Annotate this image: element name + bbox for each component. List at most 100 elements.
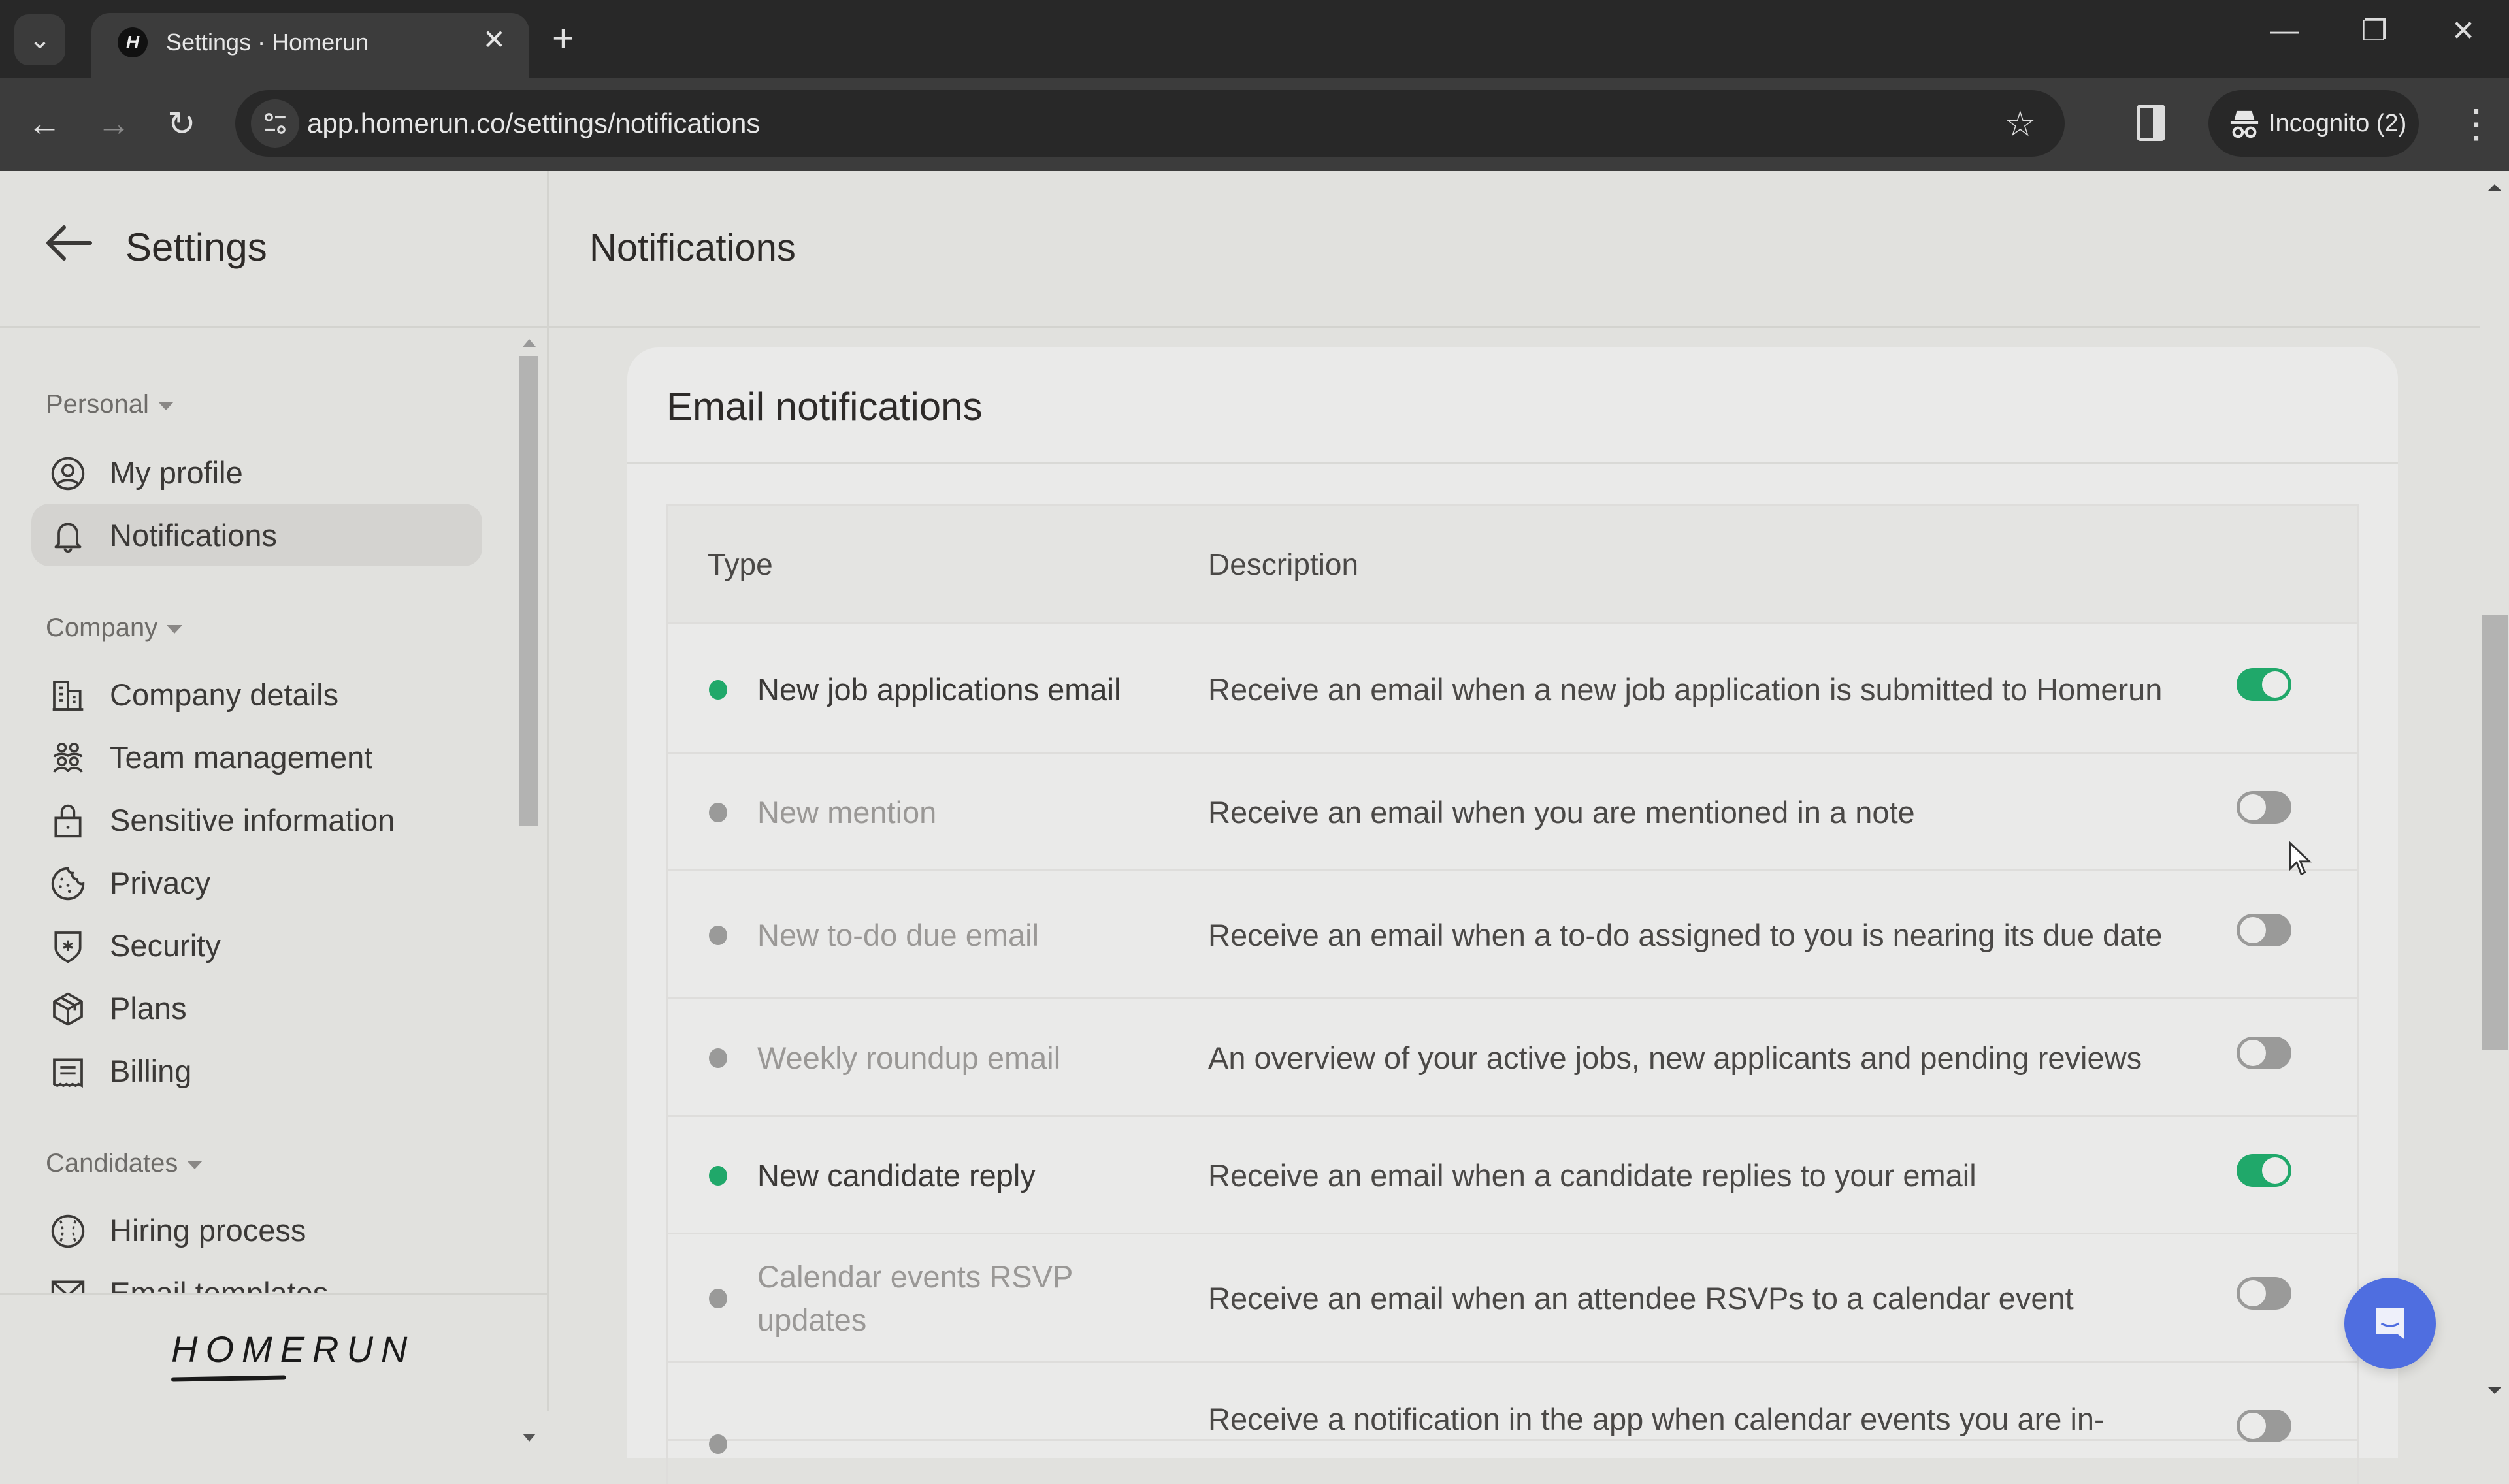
- site-info-button[interactable]: [251, 99, 299, 148]
- sidebar-item-company-details[interactable]: Company details: [31, 663, 482, 726]
- table-row: New job applications email Receive an ema…: [668, 626, 2357, 754]
- incognito-label: Incognito (2): [2269, 109, 2407, 137]
- restore-button[interactable]: ❐: [2348, 14, 2401, 48]
- scrollbar-thumb[interactable]: [2482, 615, 2508, 1050]
- column-header-description: Description: [1208, 547, 1359, 581]
- sidebar-item-plans[interactable]: Plans: [31, 976, 482, 1039]
- main-content: Notifications Email notifications Type D…: [549, 171, 2509, 1484]
- scroll-up-icon[interactable]: [523, 339, 536, 347]
- package-icon: [53, 992, 83, 1026]
- back-button[interactable]: ←: [27, 105, 61, 144]
- shield-icon: [54, 931, 82, 963]
- notification-toggle[interactable]: [2237, 668, 2291, 701]
- lock-icon: [54, 804, 82, 838]
- sidebar-item-label: Billing: [110, 1053, 192, 1088]
- tune-icon: [265, 113, 286, 134]
- sidebar-item-label: Sensitive information: [110, 802, 395, 837]
- notification-toggle[interactable]: [2237, 1277, 2291, 1310]
- back-arrow-icon[interactable]: [43, 223, 95, 263]
- app-root: Settings Personal My profile Notificatio…: [0, 171, 2509, 1484]
- sidebar-item-hiring-process[interactable]: Hiring process: [31, 1199, 482, 1261]
- new-tab-button[interactable]: +: [552, 17, 574, 60]
- side-panel-button[interactable]: [2137, 105, 2165, 141]
- notification-description: Receive an email when you are mentioned …: [1208, 795, 1915, 830]
- status-dot: [709, 803, 727, 822]
- tab-close-button[interactable]: ✕: [483, 24, 506, 56]
- page-scrollbar[interactable]: [2480, 171, 2509, 1411]
- incognito-icon: [2230, 110, 2259, 138]
- chevron-down-icon: ⌄: [29, 25, 51, 54]
- email-notifications-card: Email notifications Type Description New…: [627, 347, 2398, 1484]
- restore-icon: ❐: [2361, 15, 2387, 47]
- section-personal[interactable]: Personal: [46, 390, 174, 419]
- tab-search-button[interactable]: ⌄: [14, 14, 65, 65]
- table-row: Receive a notification in the app when c…: [668, 1363, 2357, 1454]
- mouse-cursor-icon: [2289, 841, 2312, 876]
- sidebar-item-my-profile[interactable]: My profile: [31, 441, 482, 504]
- incognito-indicator[interactable]: Incognito (2): [2208, 90, 2419, 157]
- homerun-favicon-icon: H: [118, 27, 148, 57]
- notification-type: Calendar events RSVP updates: [757, 1259, 1073, 1337]
- sidebar-title: Settings: [125, 225, 267, 269]
- scrollbar-thumb[interactable]: [519, 356, 538, 826]
- card-title: Email notifications: [666, 385, 983, 428]
- sidebar-item-label: Plans: [110, 990, 187, 1025]
- toggle-knob: [2261, 670, 2289, 699]
- browser-tab-bar: ⌄ H Settings · Homerun ✕ + — ❐ ✕: [0, 0, 2509, 78]
- sidebar-item-security[interactable]: Security: [31, 914, 482, 976]
- bookmark-button[interactable]: ☆: [2005, 103, 2036, 144]
- section-label: Company: [46, 613, 158, 642]
- reload-icon: ↻: [167, 105, 196, 143]
- star-icon: ☆: [2004, 105, 2036, 144]
- status-dot: [709, 926, 727, 945]
- chat-support-button[interactable]: [2344, 1278, 2436, 1369]
- notification-toggle[interactable]: [2237, 1410, 2291, 1442]
- sidebar-item-label: Notifications: [110, 517, 277, 553]
- address-bar[interactable]: app.homerun.co/settings/notifications ☆: [235, 90, 2065, 157]
- scroll-down-icon[interactable]: [2488, 1387, 2501, 1394]
- table-row: New mention Receive an email when you are…: [668, 754, 2357, 871]
- notification-type: New job applications email: [757, 672, 1121, 707]
- notification-description: Receive an email when a new job applicat…: [1208, 672, 2163, 707]
- sidebar-item-label: Company details: [110, 677, 339, 712]
- sidebar-item-label: Privacy: [110, 865, 211, 900]
- browser-menu-button[interactable]: ⋮: [2457, 105, 2496, 144]
- scroll-down-icon[interactable]: [523, 1434, 536, 1442]
- logo-underline: [171, 1375, 287, 1382]
- reload-button[interactable]: ↻: [167, 105, 196, 144]
- notification-description: Receive an email when a candidate replie…: [1208, 1158, 1976, 1193]
- settings-sidebar: Settings Personal My profile Notificatio…: [0, 171, 549, 1442]
- section-company[interactable]: Company: [46, 613, 183, 643]
- notification-type: New to-do due email: [757, 918, 1040, 952]
- notification-toggle[interactable]: [2237, 914, 2291, 946]
- table-header: Type Description: [668, 506, 2357, 624]
- sidebar-item-privacy[interactable]: Privacy: [31, 851, 482, 914]
- sidebar-footer: HOMERUN: [0, 1293, 547, 1411]
- homerun-logo: HOMERUN: [171, 1329, 416, 1370]
- close-window-button[interactable]: ✕: [2437, 14, 2489, 48]
- arrow-left-icon: ←: [27, 105, 61, 143]
- status-dot: [709, 1434, 727, 1454]
- url-text[interactable]: app.homerun.co/settings/notifications: [307, 107, 760, 140]
- sidebar-header: Settings: [0, 171, 547, 328]
- table-row: New to-do due email Receive an email when…: [668, 871, 2357, 999]
- scroll-up-icon[interactable]: [2488, 184, 2501, 191]
- toggle-knob: [2238, 1411, 2267, 1440]
- notification-type: New mention: [757, 795, 937, 830]
- status-dot: [709, 680, 727, 700]
- notification-description: Receive an email when an attendee RSVPs …: [1208, 1281, 2074, 1315]
- notification-toggle[interactable]: [2237, 791, 2291, 824]
- sidebar-item-notifications[interactable]: Notifications: [31, 504, 482, 566]
- toggle-knob: [2238, 793, 2267, 822]
- sidebar-item-team-management[interactable]: Team management: [31, 726, 482, 788]
- notification-toggle[interactable]: [2237, 1154, 2291, 1187]
- notification-toggle[interactable]: [2237, 1037, 2291, 1069]
- table-row: New candidate reply Receive an email when…: [668, 1117, 2357, 1234]
- sidebar-item-sensitive-information[interactable]: Sensitive information: [31, 788, 482, 851]
- browser-tab-active[interactable]: H Settings · Homerun ✕: [91, 13, 529, 78]
- caret-down-icon: [187, 1160, 203, 1169]
- sidebar-item-billing[interactable]: Billing: [31, 1039, 482, 1102]
- minimize-button[interactable]: —: [2258, 14, 2310, 47]
- forward-button[interactable]: →: [97, 105, 131, 144]
- section-candidates[interactable]: Candidates: [46, 1149, 203, 1178]
